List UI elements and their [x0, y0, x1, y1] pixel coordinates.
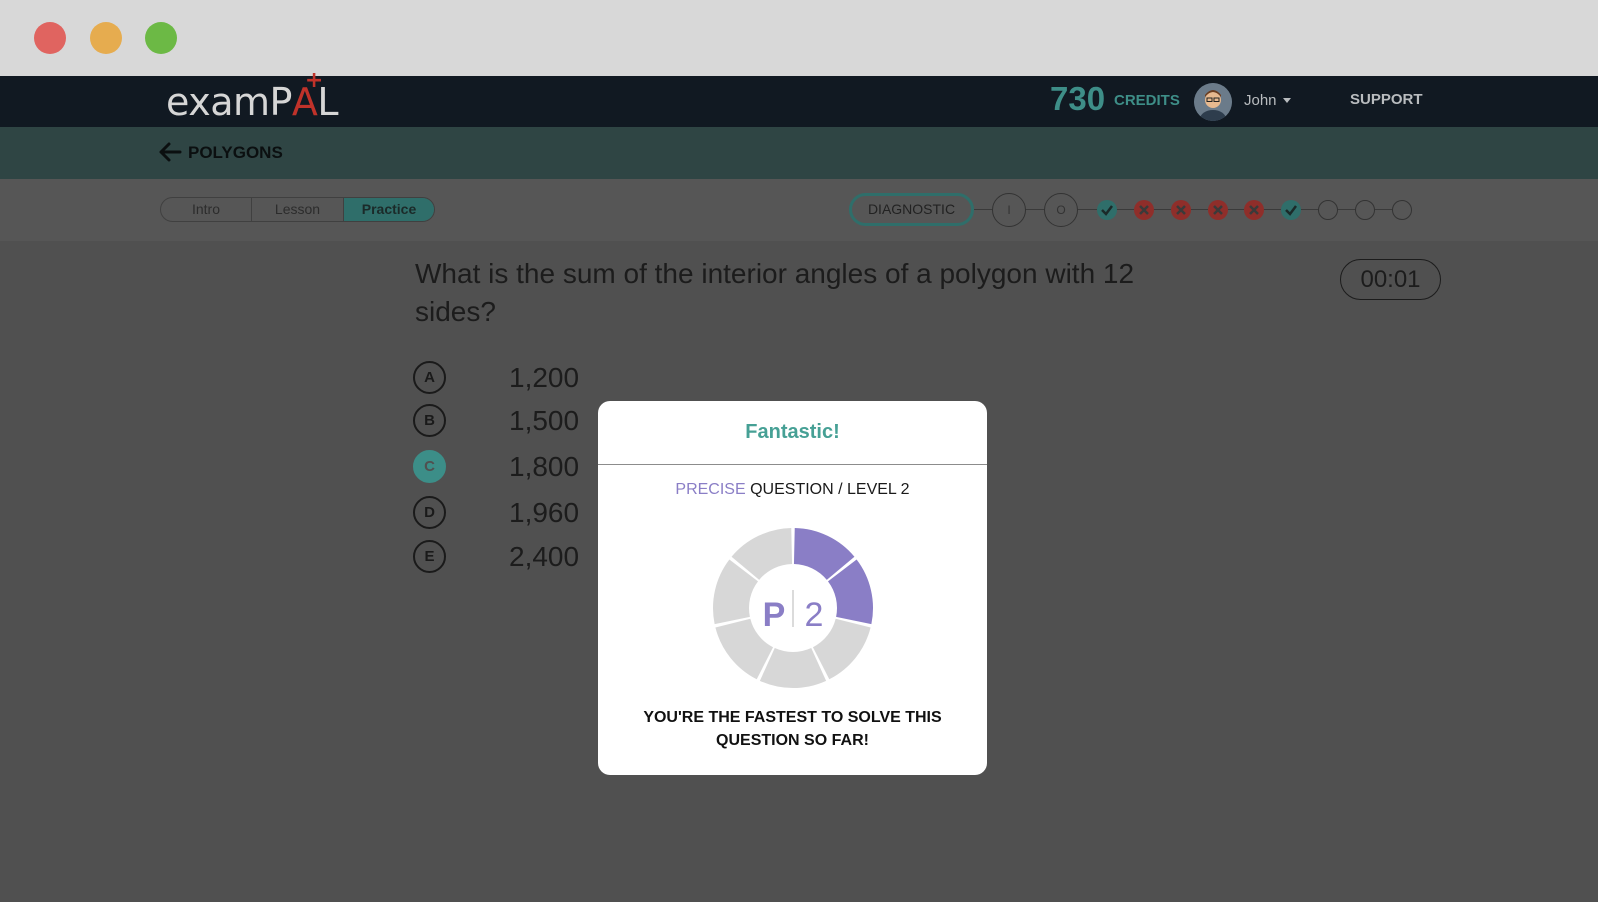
- progress-step-wrong[interactable]: [1208, 200, 1228, 220]
- option-letter-bubble[interactable]: D: [413, 496, 446, 529]
- question-type-keyword: PRECISE: [675, 481, 746, 498]
- tab-practice[interactable]: Practice: [344, 198, 434, 221]
- diagnostic-button[interactable]: DIAGNOSTIC: [849, 193, 974, 226]
- option-value: 1,200: [509, 362, 580, 393]
- question-text: What is the sum of the interior angles o…: [415, 258, 1135, 327]
- check-icon: [1101, 205, 1113, 216]
- question-timer: 00:01: [1340, 259, 1441, 300]
- progress-step-correct[interactable]: [1281, 200, 1301, 220]
- option-letter-bubble[interactable]: E: [413, 540, 446, 573]
- option-value: 2,400: [509, 541, 580, 572]
- logo-plus-icon: +: [304, 68, 323, 93]
- user-avatar[interactable]: [1194, 83, 1232, 121]
- cross-icon: [1176, 205, 1186, 215]
- option-letter-bubble-selected[interactable]: C: [413, 450, 446, 483]
- exampal-logo[interactable]: examP + AL: [166, 68, 339, 124]
- user-menu[interactable]: John: [1244, 92, 1277, 109]
- option-letter-bubble[interactable]: A: [413, 361, 446, 394]
- modal-message: YOU'RE THE FASTEST TO SOLVE THIS QUESTIO…: [643, 709, 942, 749]
- tab-intro[interactable]: Intro: [161, 198, 252, 221]
- cross-icon: [1213, 205, 1223, 215]
- arrow-left-icon[interactable]: [158, 141, 182, 163]
- progress-step-wrong[interactable]: [1171, 200, 1191, 220]
- breadcrumb-title[interactable]: POLYGONS: [188, 143, 283, 163]
- question-level-text: QUESTION / LEVEL 2: [750, 481, 910, 498]
- level-segment-empty: [759, 648, 827, 688]
- modal-divider: [598, 464, 987, 465]
- lesson-toolbar: Intro Lesson Practice DIAGNOSTIC IO: [0, 179, 1598, 241]
- progress-step-wrong[interactable]: [1134, 200, 1154, 220]
- result-modal: Fantastic! PRECISE QUESTION / LEVEL 2 P …: [598, 401, 987, 775]
- answer-option-a[interactable]: A 1,200: [413, 361, 653, 395]
- progress-step-pending[interactable]: [1392, 200, 1412, 220]
- level-donut-chart: P 2: [713, 528, 873, 688]
- option-value: 1,800: [509, 451, 580, 482]
- option-letter-bubble[interactable]: B: [413, 404, 446, 437]
- chevron-down-icon[interactable]: [1283, 98, 1291, 103]
- progress-step-pending[interactable]: [1355, 200, 1375, 220]
- close-window-button[interactable]: [34, 22, 66, 54]
- progress-step-correct[interactable]: [1097, 200, 1117, 220]
- breadcrumb: POLYGONS: [0, 127, 1598, 179]
- maximize-window-button[interactable]: [145, 22, 177, 54]
- credits-value: 730: [1050, 80, 1106, 117]
- badge-letter: P: [763, 596, 786, 634]
- modal-title: Fantastic!: [745, 421, 840, 443]
- tab-group: Intro Lesson Practice: [160, 197, 435, 222]
- progress-step-wrong[interactable]: [1244, 200, 1264, 220]
- question-level-label: PRECISE QUESTION / LEVEL 2: [598, 481, 987, 499]
- check-icon: [1285, 205, 1297, 216]
- support-link[interactable]: SUPPORT: [1350, 91, 1423, 108]
- progress-step-intro[interactable]: I: [992, 193, 1026, 227]
- progress-step-pending[interactable]: [1318, 200, 1338, 220]
- credits-label: CREDITS: [1114, 92, 1180, 109]
- cross-icon: [1249, 205, 1259, 215]
- progress-step-current[interactable]: O: [1044, 193, 1078, 227]
- tab-lesson[interactable]: Lesson: [252, 198, 344, 221]
- badge-level: 2: [805, 596, 824, 634]
- option-value: 1,960: [509, 497, 580, 528]
- minimize-window-button[interactable]: [90, 22, 122, 54]
- top-navigation: examP + AL 730 CREDITS John SUPPORT: [0, 68, 1598, 127]
- cross-icon: [1139, 205, 1149, 215]
- option-value: 1,500: [509, 405, 580, 436]
- window-titlebar: [0, 0, 1598, 76]
